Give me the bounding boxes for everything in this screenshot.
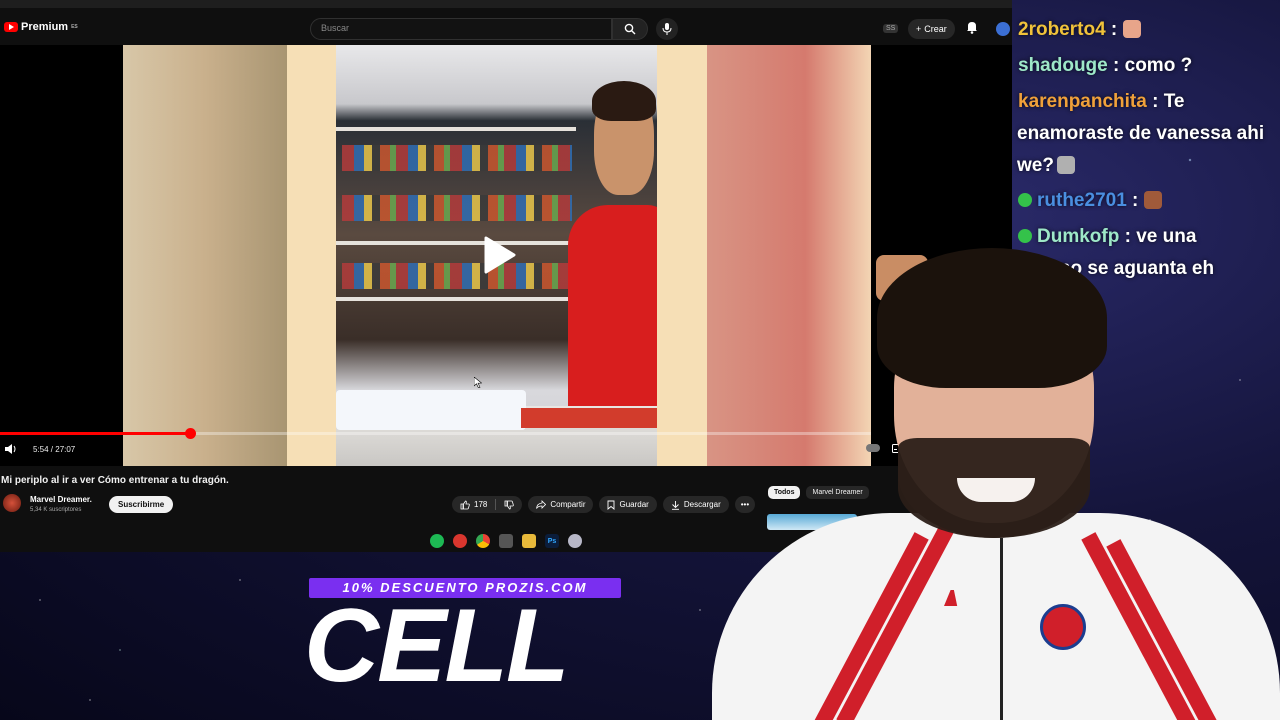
person-in-video <box>568 81 657 445</box>
youtube-play-icon <box>4 22 18 32</box>
chat-message: karenpanchita : Te <box>1018 86 1184 118</box>
blurred-backdrop-left <box>123 45 287 466</box>
spotify-icon[interactable] <box>430 534 444 548</box>
channel-avatar[interactable] <box>3 494 21 512</box>
chat-message-continuation: we? <box>1017 150 1075 182</box>
notifications-bell-icon[interactable] <box>966 21 978 34</box>
subscriber-count: 5,34 K suscriptores <box>30 507 82 513</box>
save-label: Guardar <box>619 500 649 509</box>
chat-message: 2roberto4 : <box>1018 14 1141 46</box>
chat-username: ruthe2701 <box>1037 190 1127 211</box>
discount-code: CELL <box>304 588 570 704</box>
dislike-button[interactable] <box>496 496 522 513</box>
video-actions: 178 Compartir Guardar Descargar ••• <box>452 496 756 513</box>
progress-scrubber[interactable] <box>184 428 196 439</box>
download-icon <box>671 500 679 510</box>
chat-text: como ? <box>1124 55 1193 76</box>
streamer-webcam <box>712 248 1280 720</box>
chat-username: 2roberto4 <box>1018 19 1106 40</box>
chat-message: ruthe2701 : <box>1018 185 1162 217</box>
search-input[interactable]: Buscar <box>310 18 612 40</box>
like-count: 178 <box>474 500 488 509</box>
chat-colon: : <box>1107 55 1125 76</box>
emote-icon <box>1056 156 1075 174</box>
paper-stack <box>336 390 526 430</box>
share-icon <box>536 500 547 509</box>
shelf-products <box>342 195 572 221</box>
app-icon[interactable] <box>568 534 582 548</box>
chat-username: karenpanchita <box>1018 91 1147 112</box>
app-icon[interactable] <box>499 534 513 548</box>
chat-text: ve una <box>1136 226 1197 247</box>
jacket-zipper <box>1000 538 1003 720</box>
like-dislike-group: 178 <box>452 496 523 513</box>
progress-played <box>0 432 190 435</box>
time-display: 5:54 / 27:07 <box>33 445 76 454</box>
club-crest <box>1040 604 1086 650</box>
shelf <box>336 127 576 131</box>
hair <box>592 81 656 121</box>
browser-tab-strip[interactable] <box>0 0 1012 8</box>
youtube-header: Premium ES Buscar SS + Crear <box>0 8 1012 48</box>
emote-icon <box>1143 191 1162 209</box>
plus-icon: + <box>916 24 922 34</box>
chat-text: we? <box>1017 155 1054 176</box>
create-label: Crear <box>924 24 947 34</box>
search-icon <box>624 23 636 35</box>
bookmark-icon <box>608 500 615 510</box>
app-icon[interactable] <box>453 534 467 548</box>
thumbs-down-icon <box>504 500 515 509</box>
counter-mat <box>521 408 657 428</box>
chat-colon: : <box>1119 226 1137 247</box>
youtube-logo[interactable]: Premium ES <box>4 21 78 33</box>
subscribe-button[interactable]: Suscribirme <box>109 496 174 513</box>
search-button[interactable] <box>612 18 648 40</box>
logo-region: ES <box>71 24 78 30</box>
shelf-products <box>342 263 572 289</box>
account-avatar[interactable] <box>996 22 1010 36</box>
chat-message: shadouge : como ? <box>1018 50 1192 82</box>
video-pad-right <box>657 45 707 466</box>
create-button[interactable]: + Crear <box>908 19 955 39</box>
chat-badge-icon <box>1018 229 1032 243</box>
emote-icon <box>1122 20 1141 38</box>
folder-icon[interactable] <box>522 534 536 548</box>
like-button[interactable]: 178 <box>452 496 495 513</box>
chat-username: Dumkofp <box>1037 226 1120 247</box>
photoshop-icon[interactable]: Ps <box>545 534 559 548</box>
video-pad-left <box>287 45 336 466</box>
chat-colon: : <box>1146 91 1164 112</box>
shelf-products <box>342 145 572 171</box>
chat-username: shadouge <box>1018 55 1108 76</box>
video-title: Mi periplo al ir a ver Cómo entrenar a t… <box>1 475 229 486</box>
chat-colon: : <box>1126 190 1144 211</box>
microphone-icon <box>662 23 672 35</box>
logo-label: Premium <box>21 21 69 33</box>
save-button[interactable]: Guardar <box>599 496 657 513</box>
thumbs-up-icon <box>460 500 470 509</box>
chat-colon: : <box>1105 19 1123 40</box>
header-badge: SS <box>883 24 899 33</box>
streamer-smile <box>957 478 1035 502</box>
shelf <box>336 297 576 301</box>
volume-icon[interactable] <box>4 443 18 455</box>
chat-badge-icon <box>1018 193 1032 207</box>
voice-search-button[interactable] <box>656 18 678 40</box>
mouse-cursor-icon <box>474 377 482 388</box>
channel-name[interactable]: Marvel Dreamer. <box>30 495 92 504</box>
chat-text: Te <box>1163 91 1185 112</box>
streamer-hair <box>877 248 1107 388</box>
chat-message-continuation: enamoraste de vanessa ahi <box>1017 123 1265 144</box>
share-button[interactable]: Compartir <box>528 496 594 513</box>
play-button[interactable] <box>472 233 528 277</box>
chrome-icon[interactable] <box>476 534 490 548</box>
shelf <box>336 241 576 245</box>
share-label: Compartir <box>550 500 586 509</box>
play-icon <box>484 236 516 274</box>
